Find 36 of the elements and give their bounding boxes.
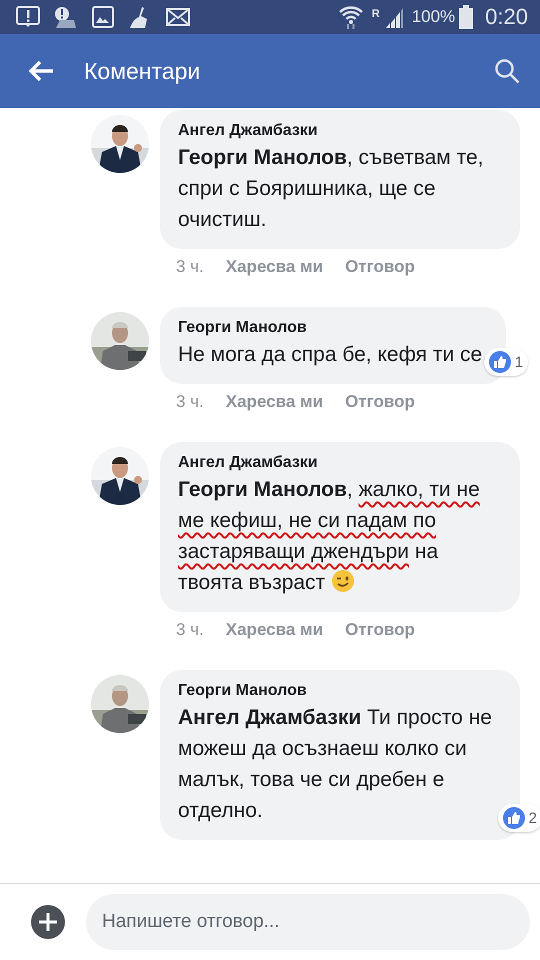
alert-icon — [16, 6, 40, 28]
comment-text: Георги Манолов, съветвам те, спри с Бояришника, ще се очистиш. — [178, 145, 484, 233]
reaction-count[interactable]: 2 — [498, 804, 540, 832]
comment-text: Георги Манолов, жалко, ти не ме кефиш, не си падам по застаряващи джендъри на твоята възраст — [178, 477, 481, 596]
signal-icon — [384, 6, 404, 28]
like-link[interactable]: Харесва ми — [226, 620, 324, 640]
comment-author[interactable]: Георги Манолов — [178, 319, 488, 337]
back-icon[interactable] — [28, 60, 54, 82]
reply-link[interactable]: Отговор — [345, 620, 415, 640]
clock: 0:20 — [485, 4, 528, 30]
alert-icon — [54, 6, 78, 28]
thumbs-up-icon — [502, 807, 525, 829]
reaction-count[interactable]: 1 — [484, 348, 528, 376]
image-icon — [92, 6, 114, 28]
thumbs-up-icon — [488, 351, 511, 373]
search-icon[interactable] — [494, 58, 520, 84]
mail-icon — [166, 8, 190, 26]
comment-text: Ангел Джамбазки Ти просто не можеш да осъзнаеш колко си малък, това че си дребен е отделно. — [178, 705, 493, 824]
add-icon[interactable] — [30, 904, 66, 940]
comment-time: 3 ч. — [176, 620, 204, 640]
reply-link[interactable]: Отговор — [345, 257, 415, 277]
battery-icon — [459, 5, 474, 29]
comment-author[interactable]: Ангел Джамбазки — [178, 122, 502, 140]
comment-author[interactable]: Ангел Джамбазки — [178, 454, 502, 472]
like-link[interactable]: Харесва ми — [226, 392, 324, 412]
wifi-icon — [338, 4, 364, 30]
comment-time: 3 ч. — [176, 257, 204, 277]
roaming-label: R — [372, 8, 380, 20]
like-link[interactable]: Харесва ми — [226, 257, 324, 277]
reply-field[interactable]: Напишете отговор... — [86, 894, 530, 950]
comment-author[interactable]: Георги Манолов — [178, 682, 502, 700]
page-title: Коментари — [84, 58, 202, 84]
reply-link[interactable]: Отговор — [345, 392, 415, 412]
comment-time: 3 ч. — [176, 392, 204, 412]
wink-emoji-icon — [331, 569, 356, 593]
battery-percent: 100% — [412, 7, 456, 27]
